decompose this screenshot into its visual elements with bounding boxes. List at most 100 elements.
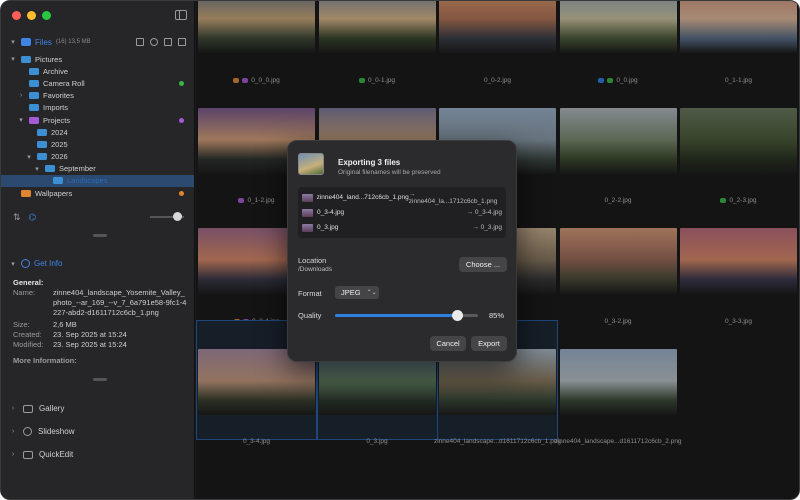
panel-gallery[interactable]: › Gallery xyxy=(9,397,186,420)
folder-item[interactable]: 2024 xyxy=(9,126,186,138)
format-value: JPEG xyxy=(341,288,361,297)
location-path: /Downloads xyxy=(298,266,332,273)
format-label: Format xyxy=(298,289,322,298)
window-controls xyxy=(12,11,51,20)
trash-icon[interactable] xyxy=(178,38,186,46)
folder-item[interactable]: ▾ Pictures xyxy=(9,53,186,65)
panel-resize-handle[interactable] xyxy=(93,378,107,381)
info-icon xyxy=(21,259,30,268)
folder-item[interactable]: Wallpapers xyxy=(9,187,186,199)
file-thumbnail xyxy=(302,223,313,232)
chevron-down-icon[interactable]: ▾ xyxy=(33,165,41,173)
destination-filename: → 0_3.jpg xyxy=(472,224,502,231)
files-title: Files xyxy=(35,37,52,47)
files-meta: (16) 13,5 MB xyxy=(55,39,91,45)
more-information-label: More Information: xyxy=(13,356,77,363)
chevron-down-icon[interactable]: ▾ xyxy=(9,38,17,46)
folder-label: 2025 xyxy=(51,139,68,149)
panel-resize-handle[interactable] xyxy=(93,234,107,237)
format-select[interactable]: JPEG ⌃⌄ xyxy=(335,286,379,299)
folder-label: Favorites xyxy=(43,91,74,101)
location-label: Location xyxy=(298,256,327,265)
chevron-down-icon[interactable]: ▾ xyxy=(9,55,17,63)
folder-icon xyxy=(21,55,31,63)
quality-slider[interactable] xyxy=(335,310,478,321)
destination-filename: → 0_3-4.jpg xyxy=(466,209,502,216)
quality-value: 85% xyxy=(489,311,505,320)
file-thumbnail xyxy=(302,193,313,202)
sort-icon[interactable]: ⇅ xyxy=(13,212,21,223)
folder-label: Wallpapers xyxy=(35,188,73,198)
created-label: Created: xyxy=(13,330,42,339)
created-value: 23. Sep 2025 at 15:24 xyxy=(53,330,127,339)
app-window: ▾ Files (16) 13,5 MB ▾ Pictures Archive Cam… xyxy=(0,0,800,500)
folder-label: Archive xyxy=(43,66,69,76)
export-photo-icon xyxy=(298,153,324,175)
folder-icon xyxy=(29,67,39,75)
panel-slideshow[interactable]: › Slideshow xyxy=(9,420,186,443)
close-window-button[interactable] xyxy=(12,11,21,20)
get-info-header[interactable]: ▾ Get Info xyxy=(9,259,62,268)
modified-label: Modified: xyxy=(13,340,44,349)
folder-label: Landscapes xyxy=(67,176,108,186)
folder-label: Projects xyxy=(43,115,71,125)
bottom-panels: › Gallery › Slideshow › QuickEdit xyxy=(9,397,186,466)
folder-item[interactable]: › Favorites xyxy=(9,90,186,102)
folder-item[interactable]: Landscapes xyxy=(1,174,194,188)
export-file-row: 0_3-4.jpg → 0_3-4.jpg xyxy=(302,205,502,220)
modified-value: 23. Sep 2025 at 15:24 xyxy=(53,340,127,349)
folder-label: 2026 xyxy=(51,152,68,162)
minimize-window-button[interactable] xyxy=(27,11,36,20)
get-info-panel: General: Name: zinne404_landscape_Yosemi… xyxy=(13,278,188,363)
source-filename: zinne404_land...712c6cb_1.png xyxy=(316,194,409,201)
folder-item[interactable]: Camera Roll xyxy=(9,77,186,89)
folder-icon xyxy=(21,189,31,197)
folder-icon xyxy=(29,92,39,100)
panel-quickedit-label: QuickEdit xyxy=(39,450,74,459)
size-label: Size: xyxy=(13,320,30,329)
source-filename: 0_3-4.jpg xyxy=(317,209,345,216)
chevron-right-icon[interactable]: › xyxy=(17,92,25,99)
folder-item[interactable]: Imports xyxy=(9,102,186,114)
quality-slider-fill xyxy=(335,314,457,317)
cancel-button[interactable]: Cancel xyxy=(430,336,466,351)
folder-icon xyxy=(37,140,47,148)
sidebar: ▾ Files (16) 13,5 MB ▾ Pictures Archive Cam… xyxy=(1,1,195,499)
new-folder-icon[interactable] xyxy=(164,38,172,46)
thumbnail-size-slider[interactable] xyxy=(150,212,184,221)
chevron-right-icon[interactable]: › xyxy=(9,405,17,412)
export-button[interactable]: Export xyxy=(471,336,507,351)
select-chevron-icon: ⌃⌄ xyxy=(366,290,377,296)
name-label: Name: xyxy=(13,288,36,297)
filter-icon[interactable]: ⌬ xyxy=(29,212,37,223)
chevron-down-icon[interactable]: ▾ xyxy=(9,260,17,268)
folder-label: September xyxy=(59,164,96,174)
folder-item[interactable]: ▾ 2026 xyxy=(9,151,186,163)
search-icon[interactable] xyxy=(150,38,158,46)
folder-item[interactable]: ▾ Projects xyxy=(9,114,186,126)
folder-item[interactable]: Archive xyxy=(9,65,186,77)
quality-slider-knob[interactable] xyxy=(451,310,463,321)
chevron-right-icon[interactable]: › xyxy=(9,451,17,458)
quality-label: Quality xyxy=(298,311,322,320)
sidebar-toggle-icon[interactable] xyxy=(175,10,187,20)
chevron-down-icon[interactable]: ▾ xyxy=(17,116,25,124)
source-filename: 0_3.jpg xyxy=(317,224,339,231)
play-icon xyxy=(23,427,32,436)
size-value: 2,6 MB xyxy=(53,320,77,329)
color-tag-dot xyxy=(179,190,184,196)
files-section-header[interactable]: ▾ Files (16) 13,5 MB xyxy=(9,35,186,49)
chevron-right-icon[interactable]: › xyxy=(9,428,17,435)
slider-knob[interactable] xyxy=(173,212,182,221)
zoom-window-button[interactable] xyxy=(42,11,51,20)
folder-icon xyxy=(29,79,39,87)
chevron-down-icon[interactable]: ▾ xyxy=(25,153,33,161)
panel-quickedit[interactable]: › QuickEdit xyxy=(9,443,186,466)
folder-tree: ▾ Pictures Archive Camera Roll › Favorites Imp… xyxy=(1,53,194,199)
grid-view-icon[interactable] xyxy=(136,38,144,46)
folder-label: 2024 xyxy=(51,127,68,137)
folder-item[interactable]: ▾ September xyxy=(9,163,186,175)
info-section-title: General: xyxy=(13,278,44,287)
folder-item[interactable]: 2025 xyxy=(9,138,186,150)
choose-location-button[interactable]: Choose ... xyxy=(459,257,507,272)
